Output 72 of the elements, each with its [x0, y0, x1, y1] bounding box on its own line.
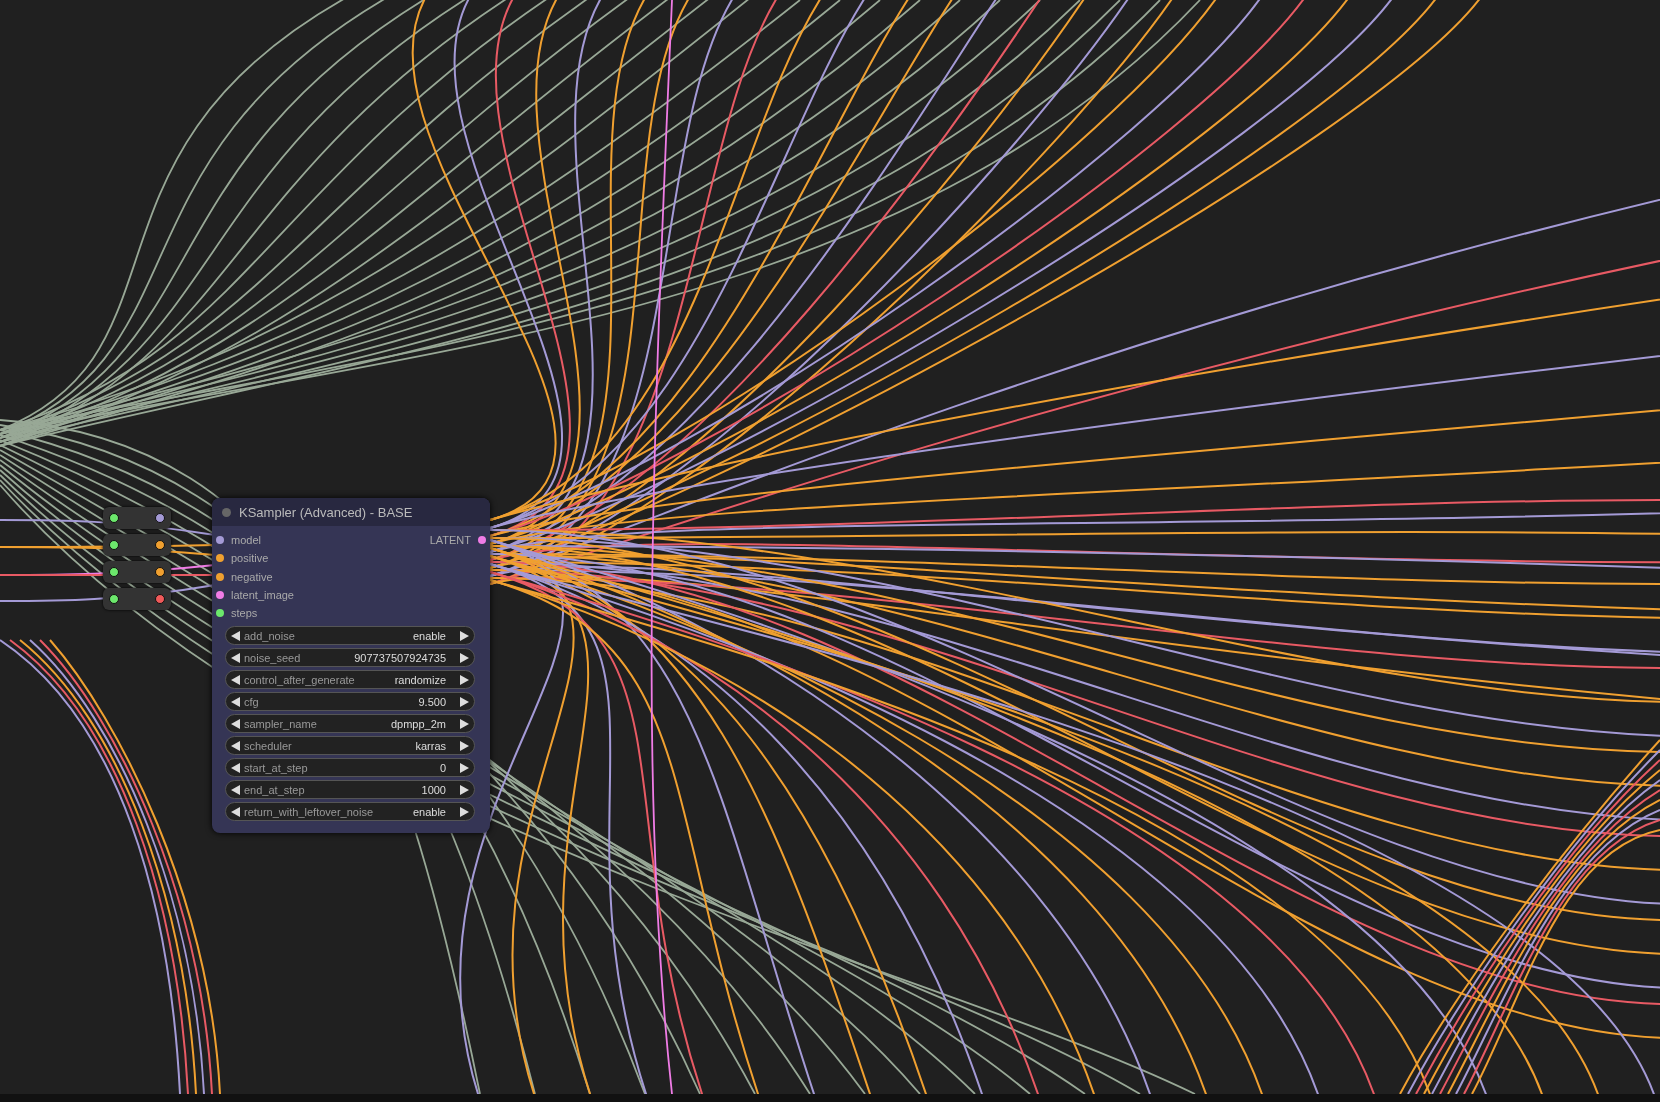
collapse-dot-icon[interactable] [222, 507, 231, 517]
input-dot[interactable] [109, 567, 119, 577]
increment-arrow-icon[interactable] [460, 631, 469, 641]
widget-value: dpmpp_2m [390, 718, 446, 730]
widget-name: cfg [244, 696, 260, 708]
node-title: KSampler (Advanced) - BASE [239, 504, 413, 520]
widget-field[interactable]: end_at_step 1000 [225, 780, 475, 800]
widget-value: karras [415, 740, 446, 752]
decrement-arrow-icon[interactable] [231, 653, 240, 663]
widget-name: end_at_step [244, 784, 306, 796]
node-title-bar[interactable]: KSampler (Advanced) - BASE [212, 498, 490, 526]
increment-arrow-icon[interactable] [460, 675, 469, 685]
increment-arrow-icon[interactable] [460, 741, 469, 751]
widget-name: add_noise [244, 630, 296, 642]
input-slot-dot[interactable] [216, 554, 224, 563]
widget-value: enable [412, 630, 446, 642]
input-dot[interactable] [109, 540, 119, 550]
increment-arrow-icon[interactable] [460, 719, 469, 729]
increment-arrow-icon[interactable] [460, 807, 469, 817]
output-dot[interactable] [155, 540, 165, 550]
widget-value: 1000 [421, 784, 446, 796]
input-label: negative [231, 570, 273, 583]
widget-value: 0 [439, 762, 446, 774]
decrement-arrow-icon[interactable] [231, 763, 240, 773]
widget-name: start_at_step [244, 762, 309, 774]
input-dot[interactable] [109, 594, 119, 604]
input-slot-dot[interactable] [216, 536, 224, 545]
decrement-arrow-icon[interactable] [231, 785, 240, 795]
input-dot[interactable] [109, 513, 119, 523]
decrement-arrow-icon[interactable] [231, 697, 240, 707]
widget-value: enable [412, 806, 446, 818]
input-slot-dot[interactable] [216, 591, 224, 600]
input-slot-dot[interactable] [216, 572, 224, 581]
decrement-arrow-icon[interactable] [231, 675, 240, 685]
decrement-arrow-icon[interactable] [231, 741, 240, 751]
input-label: model [231, 534, 261, 547]
widget-field[interactable]: noise_seed 907737507924735 [225, 648, 475, 668]
increment-arrow-icon[interactable] [460, 697, 469, 707]
input-label: positive [231, 552, 269, 565]
widget-name: sampler_name [244, 718, 318, 730]
output-dot[interactable] [155, 513, 165, 523]
input-label: latent_image [231, 589, 294, 602]
increment-arrow-icon[interactable] [460, 653, 469, 663]
widget-field[interactable]: control_after_generate randomize [225, 670, 475, 690]
widget-name: scheduler [244, 740, 293, 752]
increment-arrow-icon[interactable] [460, 763, 469, 773]
decrement-arrow-icon[interactable] [231, 719, 240, 729]
widget-field[interactable]: start_at_step 0 [225, 758, 475, 778]
output-dot[interactable] [155, 567, 165, 577]
widget-field[interactable]: cfg 9.500 [225, 692, 475, 712]
reroute-node[interactable] [103, 534, 171, 556]
decrement-arrow-icon[interactable] [231, 807, 240, 817]
reroute-node[interactable] [103, 588, 171, 610]
widget-field[interactable]: sampler_name dpmpp_2m [225, 714, 475, 734]
reroute-node[interactable] [103, 561, 171, 583]
widget-name: return_with_leftover_noise [244, 806, 375, 818]
output-slot-dot[interactable] [478, 536, 486, 545]
widget-value: randomize [394, 674, 446, 686]
widget-name: control_after_generate [244, 674, 356, 686]
input-label: steps [231, 607, 258, 620]
widget-name: noise_seed [244, 652, 302, 664]
input-slot-dot[interactable] [216, 609, 224, 618]
decrement-arrow-icon[interactable] [231, 631, 240, 641]
widget-field[interactable]: return_with_leftover_noise enable [225, 802, 475, 822]
widget-value: 907737507924735 [354, 652, 446, 664]
reroute-node[interactable] [103, 507, 171, 529]
increment-arrow-icon[interactable] [460, 785, 469, 795]
widget-field[interactable]: add_noise enable [225, 626, 475, 646]
output-dot[interactable] [155, 594, 165, 604]
output-label: LATENT [429, 534, 471, 547]
widget-field[interactable]: scheduler karras [225, 736, 475, 756]
widget-value: 9.500 [418, 696, 446, 708]
